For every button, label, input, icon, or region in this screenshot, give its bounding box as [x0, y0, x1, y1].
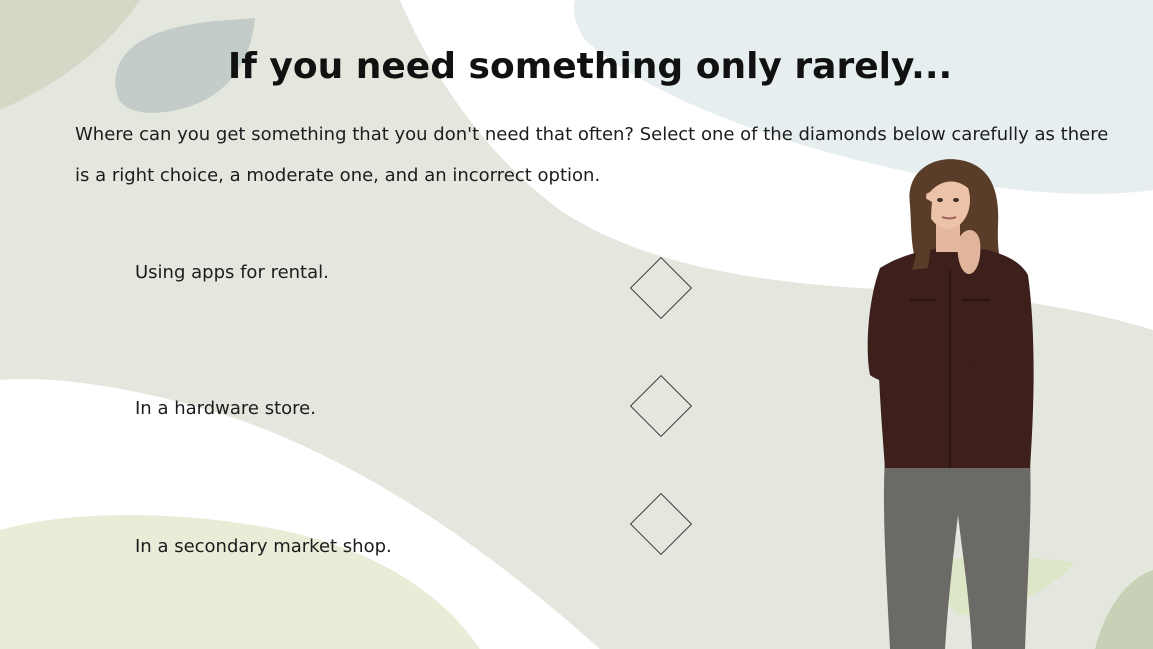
option-label-rental-apps[interactable]: Using apps for rental. [135, 262, 329, 283]
option-label-hardware-store[interactable]: In a hardware store. [135, 398, 316, 419]
slide: If you need something only rarely... Whe… [0, 0, 1153, 649]
option-label-secondary-market[interactable]: In a secondary market shop. [135, 536, 392, 557]
presenter-woman-thinking [867, 159, 1034, 649]
slide-title: If you need something only rarely... [227, 46, 953, 87]
